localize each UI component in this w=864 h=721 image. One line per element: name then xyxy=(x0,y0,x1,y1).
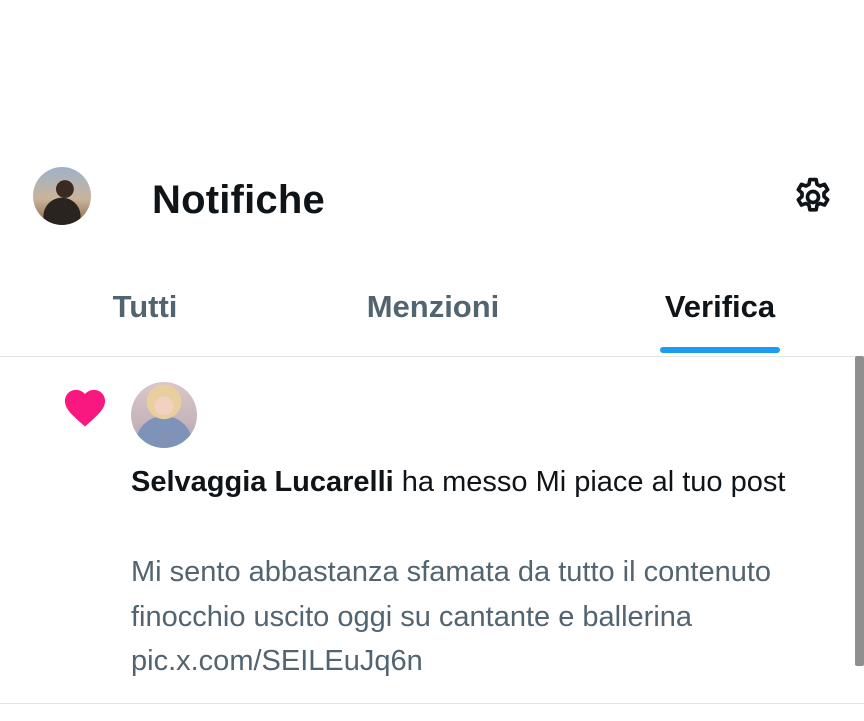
action-text: ha messo Mi piace al tuo post xyxy=(393,466,786,498)
notification-tabs: Tutti Menzioni Verifica xyxy=(0,262,864,357)
tab-menzioni[interactable]: Menzioni xyxy=(318,260,548,354)
post-snippet[interactable]: Mi sento abbastanza sfamata da tutto il … xyxy=(131,550,841,684)
notification-text: Selvaggia Lucarelli ha messo Mi piace al… xyxy=(131,460,831,504)
profile-avatar[interactable] xyxy=(33,167,91,225)
user-name[interactable]: Selvaggia Lucarelli xyxy=(131,466,394,498)
gear-icon xyxy=(796,177,830,212)
active-tab-indicator xyxy=(660,347,780,353)
notification-item[interactable]: Selvaggia Lucarelli ha messo Mi piace al… xyxy=(0,356,864,704)
tab-verifica[interactable]: Verifica xyxy=(620,260,820,354)
settings-button[interactable] xyxy=(790,174,836,220)
tab-tutti[interactable]: Tutti xyxy=(40,260,250,354)
notifications-header: Notifiche xyxy=(0,150,864,250)
page-title: Notifiche xyxy=(152,178,325,222)
scrollbar[interactable] xyxy=(855,356,864,666)
heart-icon xyxy=(64,389,106,427)
user-avatar[interactable] xyxy=(131,382,197,448)
